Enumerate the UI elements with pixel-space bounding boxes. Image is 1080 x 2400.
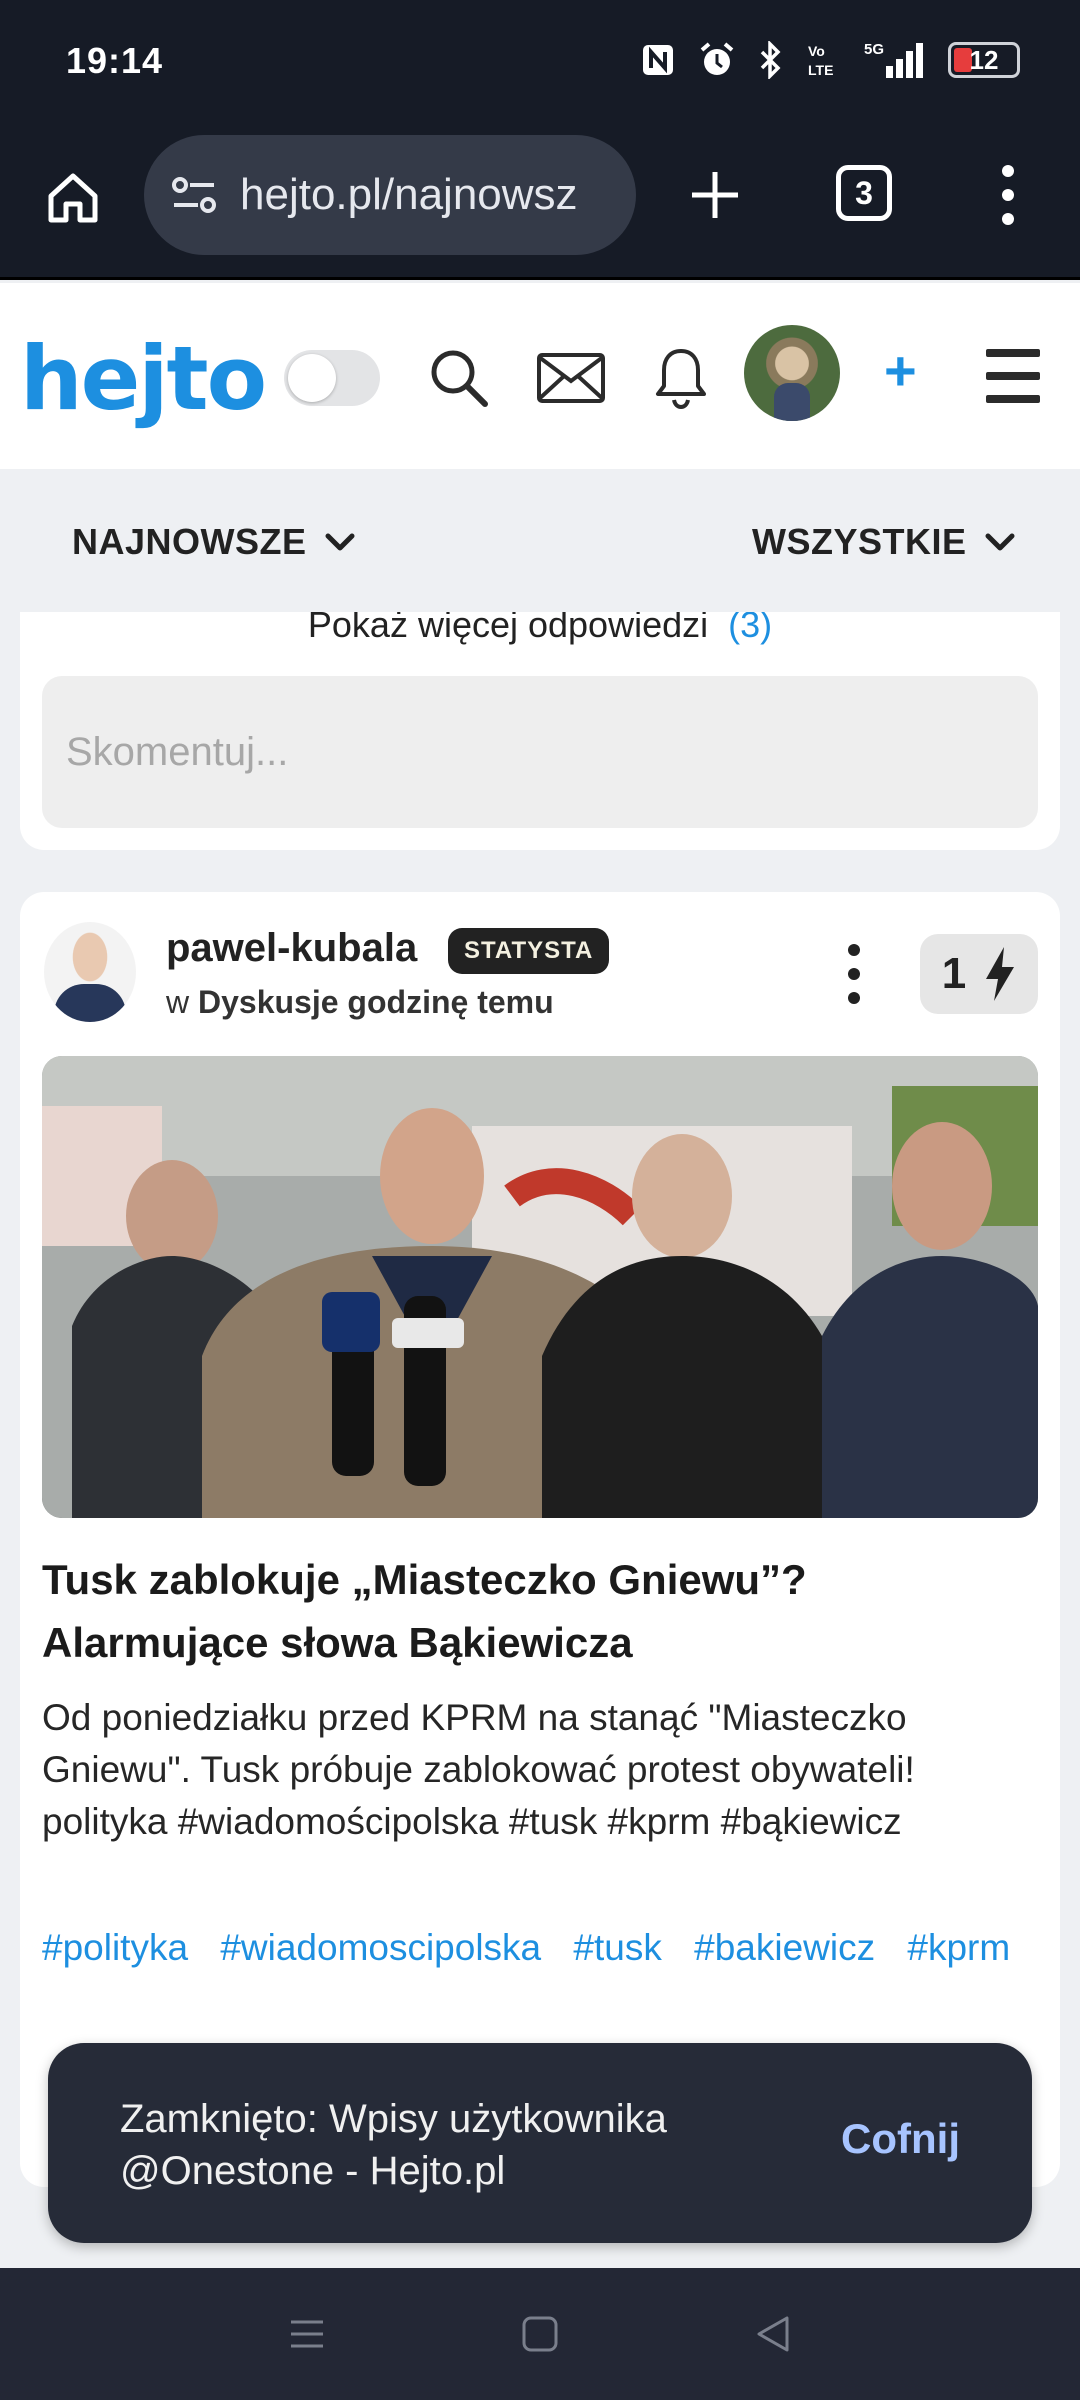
- home-icon: [48, 173, 98, 223]
- previous-post-card: Pokaż więcej odpowiedzi (3): [20, 612, 1060, 850]
- search-button[interactable]: [420, 339, 498, 417]
- battery-level: 12: [969, 45, 999, 75]
- back-triangle-icon: [757, 2316, 789, 2352]
- dot-icon: [1002, 213, 1014, 225]
- bell-icon: [656, 349, 706, 410]
- post-tags: #polityka #wiadomoscipolska #tusk #bakie…: [42, 1912, 1038, 1984]
- tab-switcher-button[interactable]: 3: [836, 165, 892, 221]
- recents-icon: [290, 2320, 323, 2348]
- envelope-icon: [537, 353, 605, 403]
- site-settings-icon: [172, 177, 216, 213]
- tag-link[interactable]: #tusk: [573, 1927, 661, 1968]
- browser-menu-button[interactable]: [990, 157, 1026, 233]
- hamburger-menu-icon[interactable]: [986, 349, 1040, 403]
- dot-icon: [1002, 189, 1014, 201]
- vote-button[interactable]: 1: [920, 934, 1038, 1014]
- status-icons: Vo LTE 5G 12: [640, 40, 1020, 80]
- site-header: hejto +: [0, 283, 1080, 469]
- tag-link[interactable]: #kprm: [907, 1927, 1010, 1968]
- rank-badge: STATYSTA: [448, 928, 610, 974]
- alarm-icon: [700, 42, 734, 75]
- home-button[interactable]: [38, 163, 108, 233]
- svg-text:Vo: Vo: [808, 43, 825, 59]
- svg-text:5G: 5G: [864, 41, 884, 58]
- more-replies-count: (3): [728, 612, 773, 645]
- lightning-icon: [986, 947, 1015, 1001]
- post-time: godzinę temu: [347, 984, 554, 1020]
- post-title[interactable]: Tusk zablokuje „Miasteczko Gniewu”? Alar…: [42, 1548, 1038, 1674]
- bluetooth-icon: [760, 41, 781, 79]
- post-card: pawel-kubala STATYSTA w Dyskusje godzinę…: [20, 892, 1060, 2187]
- nfc-icon: [643, 45, 673, 75]
- meta-prefix: w: [166, 984, 190, 1020]
- vote-count: 1: [941, 949, 967, 998]
- recents-button[interactable]: [267, 2294, 347, 2374]
- search-icon: [431, 350, 488, 407]
- snackbar: Zamknięto: Wpisy użytkownika @Onestone -…: [48, 2043, 1032, 2243]
- home-nav-button[interactable]: [500, 2294, 580, 2374]
- new-tab-button[interactable]: [680, 155, 750, 235]
- browser-toolbar: hejto.pl/najnowsz 3: [0, 125, 1080, 280]
- tag-link[interactable]: #bakiewicz: [694, 1927, 875, 1968]
- plus-icon: [692, 172, 738, 218]
- post-body: Od poniedziałku przed KPRM na stanąć "Mi…: [42, 1697, 915, 1842]
- system-nav-bar: [0, 2268, 1080, 2400]
- author-avatar[interactable]: [44, 922, 136, 1022]
- news-photo: [42, 1056, 1038, 1518]
- chevron-down-icon: [985, 533, 1015, 551]
- feed-filter-row: NAJNOWSZE WSZYSTKIE: [0, 469, 1080, 614]
- more-replies-label: Pokaż więcej odpowiedzi: [307, 612, 709, 645]
- signal-5g-icon: 5G: [864, 41, 923, 78]
- post-meta: w Dyskusje godzinę temu: [166, 984, 554, 1021]
- author-name[interactable]: pawel-kubala: [166, 926, 417, 971]
- tag-link[interactable]: #polityka: [42, 1927, 188, 1968]
- sort-dropdown[interactable]: NAJNOWSZE: [72, 521, 355, 563]
- status-bar: 19:14 Vo LTE 5G 12: [0, 0, 1080, 125]
- dot-icon: [1002, 165, 1014, 177]
- tag-link[interactable]: #wiadomoscipolska: [220, 1927, 541, 1968]
- post-options-button[interactable]: [846, 944, 862, 1004]
- status-time: 19:14: [66, 40, 164, 81]
- show-more-replies-link[interactable]: Pokaż więcej odpowiedzi (3): [20, 612, 1060, 646]
- undo-button[interactable]: Cofnij: [841, 2115, 960, 2163]
- volte-icon: Vo LTE: [808, 43, 833, 78]
- user-avatar[interactable]: [744, 325, 840, 421]
- svg-text:LTE: LTE: [808, 62, 833, 78]
- snackbar-message: Zamknięto: Wpisy użytkownika @Onestone -…: [120, 2097, 667, 2193]
- site-logo[interactable]: hejto: [20, 335, 267, 423]
- theme-toggle[interactable]: [284, 350, 380, 406]
- chevron-down-icon: [325, 533, 355, 551]
- scope-dropdown[interactable]: WSZYSTKIE: [752, 521, 1015, 563]
- add-post-button[interactable]: +: [884, 343, 917, 399]
- scope-label: WSZYSTKIE: [752, 521, 967, 562]
- battery-icon: 12: [948, 42, 1020, 78]
- square-icon: [522, 2316, 558, 2352]
- notifications-button[interactable]: [642, 339, 720, 417]
- back-button[interactable]: [733, 2294, 813, 2374]
- messages-button[interactable]: [532, 339, 610, 417]
- sort-label: NAJNOWSZE: [72, 521, 307, 562]
- community-link[interactable]: Dyskusje: [198, 984, 339, 1020]
- post-image[interactable]: [42, 1056, 1038, 1518]
- comment-input[interactable]: [42, 676, 1038, 828]
- url-text: hejto.pl/najnowsz: [240, 170, 578, 219]
- address-bar[interactable]: hejto.pl/najnowsz: [144, 135, 636, 255]
